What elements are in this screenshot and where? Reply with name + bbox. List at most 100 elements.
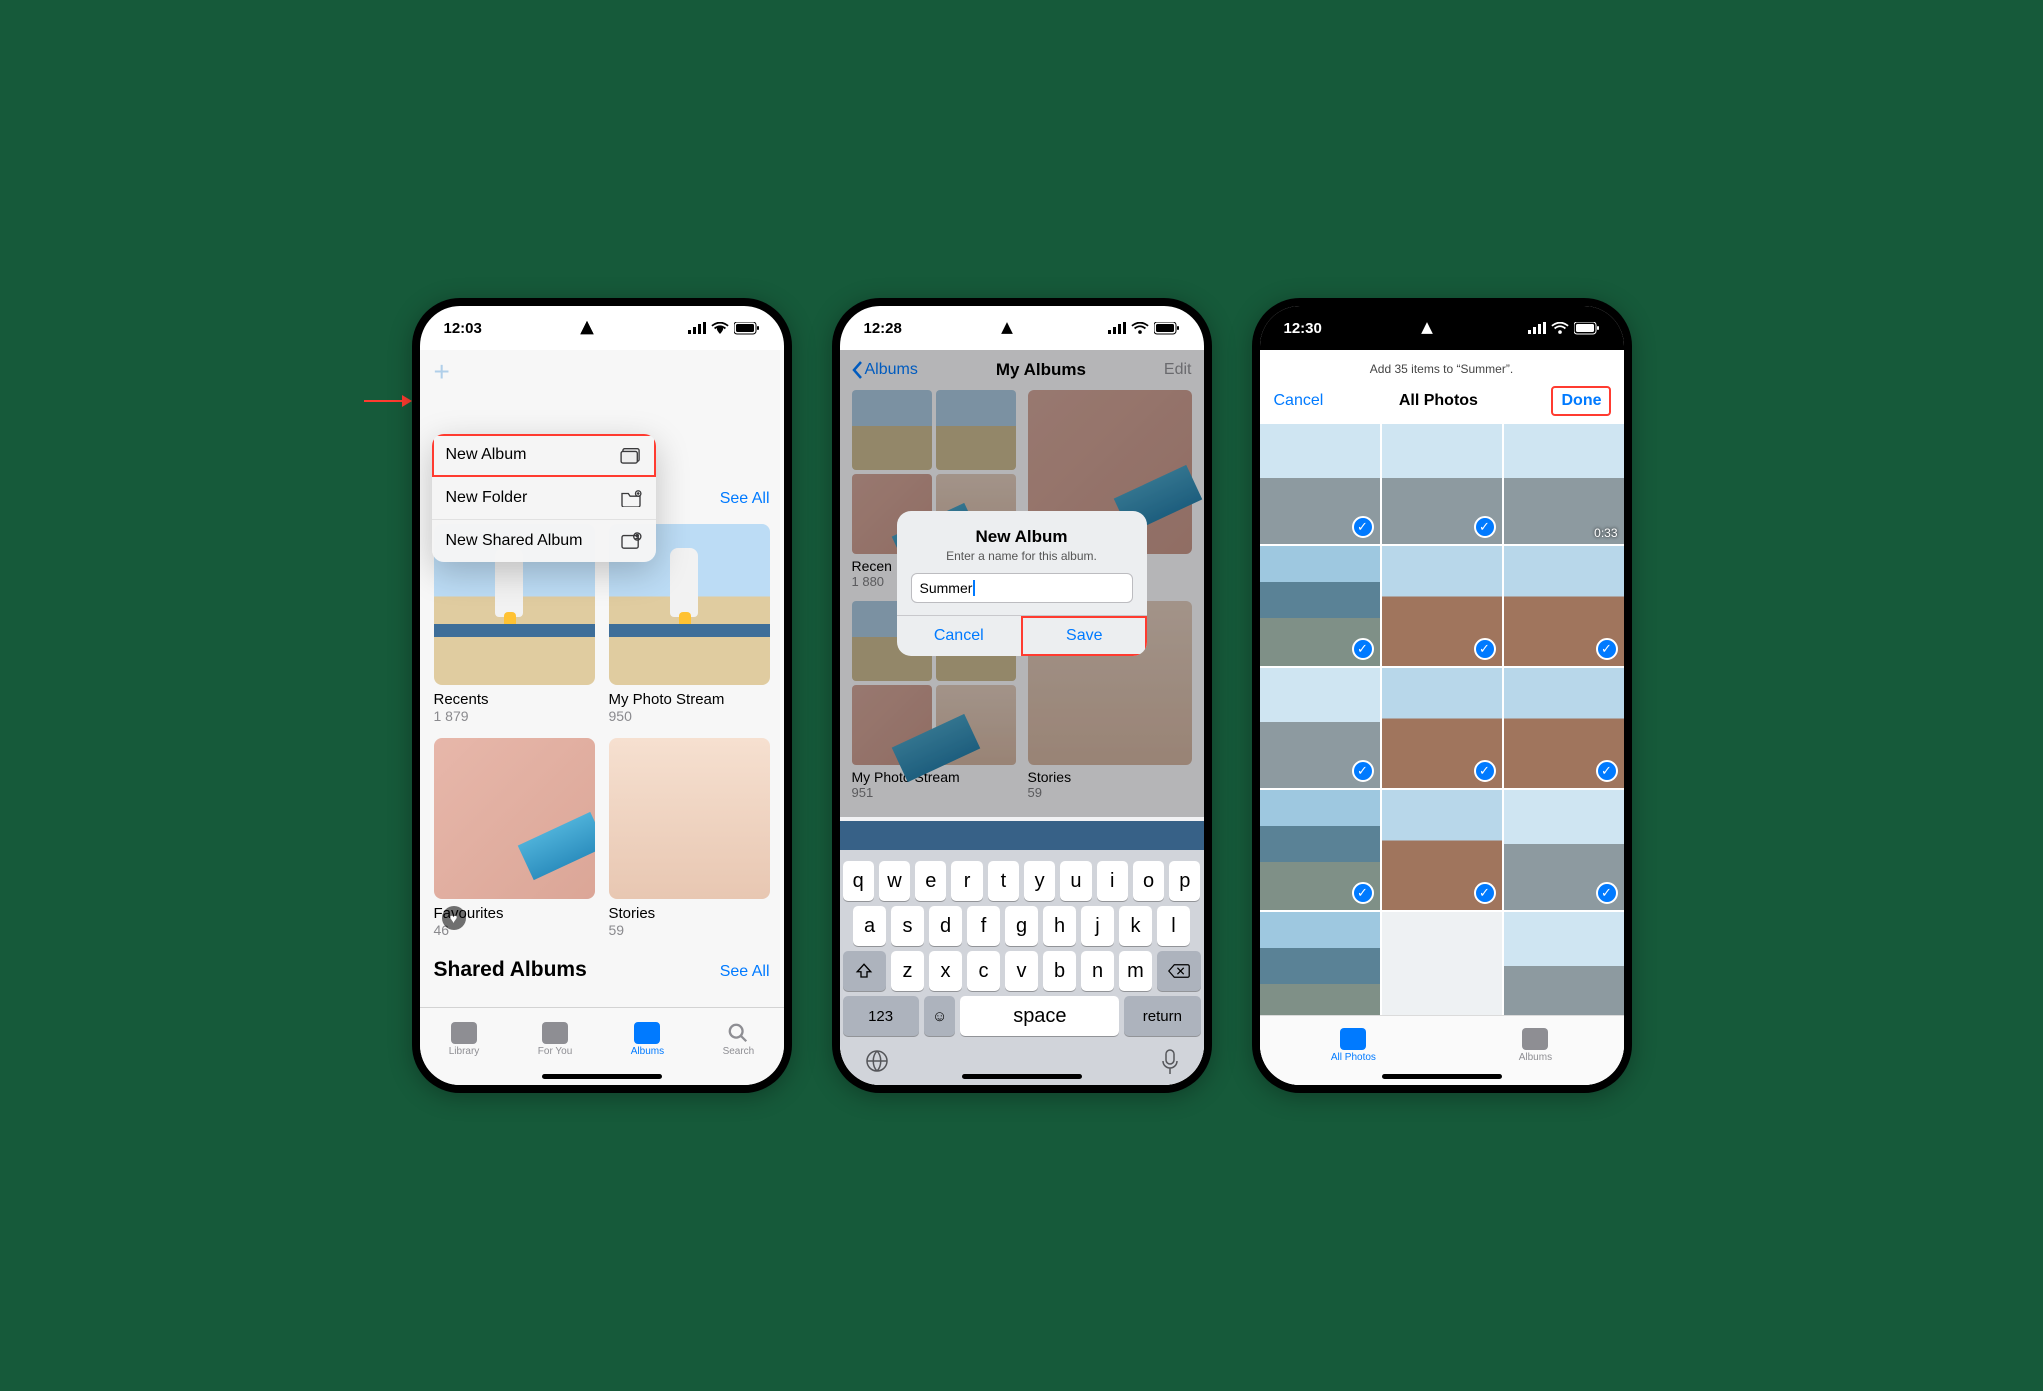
key-v[interactable]: v (1005, 951, 1038, 991)
tab-albums[interactable]: Albums (1519, 1028, 1552, 1063)
cancel-button[interactable]: Cancel (1274, 392, 1324, 410)
key-y[interactable]: y (1024, 861, 1055, 901)
photo-cell[interactable] (1260, 912, 1380, 1015)
tab-albums[interactable]: Albums (631, 1022, 664, 1057)
shift-key[interactable] (843, 951, 887, 991)
add-context-menu: New Album New Folder New Shared Album (432, 434, 656, 562)
key-e[interactable]: e (915, 861, 946, 901)
add-items-label: Add 35 items to “Summer”. (1260, 356, 1624, 382)
key-h[interactable]: h (1043, 906, 1076, 946)
photo-cell[interactable] (1382, 912, 1502, 1015)
status-time: 12:28 (864, 320, 902, 337)
photo-cell[interactable]: ✓ (1382, 790, 1502, 910)
key-n[interactable]: n (1081, 951, 1114, 991)
key-k[interactable]: k (1119, 906, 1152, 946)
key-o[interactable]: o (1133, 861, 1164, 901)
battery-icon (1574, 322, 1600, 335)
check-icon: ✓ (1474, 760, 1496, 782)
key-b[interactable]: b (1043, 951, 1076, 991)
menu-item-new-album[interactable]: New Album (432, 434, 656, 477)
wifi-icon (1131, 322, 1149, 335)
photo-grid: ✓ ✓ 0:33 ✓ ✓ ✓ ✓ ✓ ✓ ✓ ✓ ✓ (1260, 424, 1624, 1015)
photo-cell[interactable]: 0:33 (1504, 424, 1624, 544)
menu-item-label: New Album (446, 446, 527, 464)
check-icon: ✓ (1596, 638, 1618, 660)
menu-item-new-folder[interactable]: New Folder (432, 477, 656, 520)
key-a[interactable]: a (853, 906, 886, 946)
key-c[interactable]: c (967, 951, 1000, 991)
key-f[interactable]: f (967, 906, 1000, 946)
key-m[interactable]: m (1119, 951, 1152, 991)
photo-cell[interactable]: ✓ (1382, 546, 1502, 666)
see-all-button[interactable]: See All (720, 490, 770, 508)
globe-icon[interactable] (865, 1049, 889, 1073)
add-button[interactable]: + (434, 350, 770, 390)
section-title-shared: Shared Albums (434, 958, 587, 982)
key-d[interactable]: d (929, 906, 962, 946)
check-icon: ✓ (1352, 516, 1374, 538)
menu-item-label: New Folder (446, 489, 528, 507)
alert-subtitle: Enter a name for this album. (911, 549, 1133, 563)
photo-cell[interactable]: ✓ (1260, 790, 1380, 910)
keyboard: qwertyuiop asdfghjkl zxcvbnm 123 ☺ (840, 850, 1204, 1085)
photo-cell[interactable]: ✓ (1504, 668, 1624, 788)
return-key[interactable]: return (1124, 996, 1200, 1036)
save-button[interactable]: Save (1021, 616, 1147, 656)
home-indicator (962, 1074, 1082, 1079)
photo-cell[interactable]: ✓ (1382, 424, 1502, 544)
key-q[interactable]: q (843, 861, 874, 901)
home-indicator (1382, 1074, 1502, 1079)
check-icon: ✓ (1474, 882, 1496, 904)
key-s[interactable]: s (891, 906, 924, 946)
key-l[interactable]: l (1157, 906, 1190, 946)
key-t[interactable]: t (988, 861, 1019, 901)
numbers-key[interactable]: 123 (843, 996, 919, 1036)
album-name-input[interactable]: Summer (911, 573, 1133, 603)
key-r[interactable]: r (951, 861, 982, 901)
album-label: My Photo Stream (609, 691, 770, 708)
key-z[interactable]: z (891, 951, 924, 991)
photo-cell[interactable]: ✓ (1260, 668, 1380, 788)
album-card-favourites[interactable]: ♥ Favourites 46 (434, 738, 595, 938)
tab-for-you[interactable]: For You (538, 1022, 572, 1057)
tab-library[interactable]: Library (449, 1022, 480, 1057)
home-indicator (542, 1074, 662, 1079)
new-album-alert: New Album Enter a name for this album. S… (897, 511, 1147, 656)
photo-cell[interactable] (1504, 912, 1624, 1015)
status-time: 12:30 (1284, 320, 1322, 337)
space-key[interactable]: space (960, 996, 1119, 1036)
see-all-button[interactable]: See All (720, 963, 770, 981)
cancel-button[interactable]: Cancel (897, 616, 1022, 656)
phone-albums-with-menu: 12:03 + New Album (412, 298, 792, 1093)
key-x[interactable]: x (929, 951, 962, 991)
key-i[interactable]: i (1097, 861, 1128, 901)
photo-cell[interactable]: ✓ (1504, 546, 1624, 666)
done-button[interactable]: Done (1553, 388, 1609, 414)
status-bar: 12:30 (1260, 306, 1624, 350)
key-p[interactable]: p (1169, 861, 1200, 901)
photo-cell[interactable]: ✓ (1260, 546, 1380, 666)
check-icon: ✓ (1596, 882, 1618, 904)
album-card-stories[interactable]: Stories 59 (609, 738, 770, 938)
photo-cell[interactable]: ✓ (1382, 668, 1502, 788)
album-count: 1 879 (434, 708, 595, 724)
photo-cell[interactable]: ✓ (1504, 790, 1624, 910)
tab-search[interactable]: Search (723, 1022, 755, 1057)
menu-item-new-shared-album[interactable]: New Shared Album (432, 520, 656, 562)
check-icon: ✓ (1352, 882, 1374, 904)
dictation-icon[interactable] (1161, 1049, 1179, 1075)
emoji-key[interactable]: ☺ (924, 996, 956, 1036)
check-icon: ✓ (1596, 760, 1618, 782)
photo-cell[interactable]: ✓ (1260, 424, 1380, 544)
delete-key[interactable] (1157, 951, 1201, 991)
tab-all-photos[interactable]: All Photos (1331, 1028, 1376, 1063)
battery-icon (734, 322, 760, 335)
key-j[interactable]: j (1081, 906, 1114, 946)
key-u[interactable]: u (1060, 861, 1091, 901)
battery-icon (1154, 322, 1180, 335)
cell-signal-icon (1108, 322, 1126, 334)
key-g[interactable]: g (1005, 906, 1038, 946)
heart-icon: ♥ (442, 906, 466, 930)
check-icon: ✓ (1352, 638, 1374, 660)
key-w[interactable]: w (879, 861, 910, 901)
